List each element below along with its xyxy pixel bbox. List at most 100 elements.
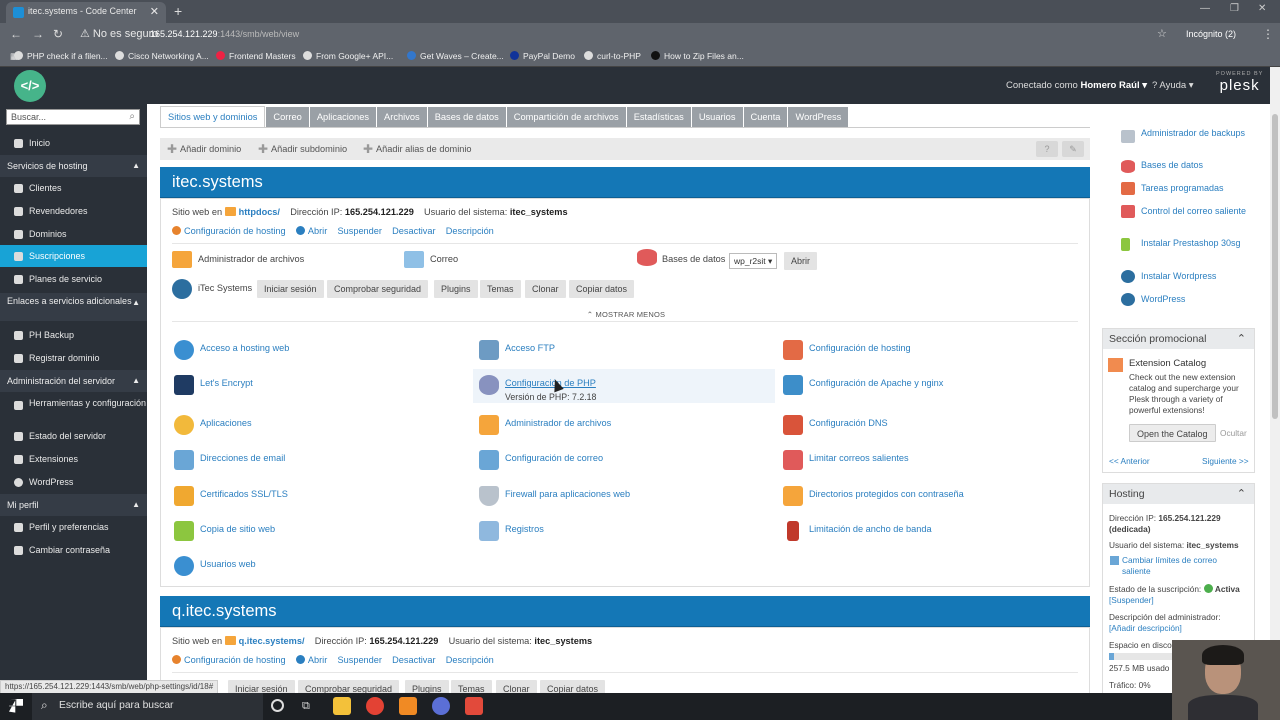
browser-tab[interactable]: itec.systems - Code Center ✕ (6, 2, 166, 23)
hide-link[interactable]: Ocultar (1220, 428, 1247, 439)
file-manager-link[interactable]: Administrador de archivos (198, 254, 304, 264)
tool-label[interactable]: Limitar correos salientes (809, 453, 909, 463)
open-link[interactable]: Abrir (308, 226, 327, 236)
disable-link[interactable]: Desactivar (392, 226, 435, 236)
tab-usuarios[interactable]: Usuarios (691, 107, 743, 128)
sidebar-item-suscripciones[interactable]: Suscripciones (0, 245, 147, 267)
tool-label[interactable]: Direcciones de email (200, 453, 285, 463)
mail-link[interactable]: Correo (430, 254, 458, 264)
bookmark-4[interactable]: From Google+ API... (303, 51, 393, 61)
sidebar-item-dominios[interactable]: Dominios (0, 223, 147, 245)
scrollbar-thumb[interactable] (1272, 114, 1278, 419)
file-explorer-icon[interactable] (333, 697, 351, 715)
bookmark-8[interactable]: How to Zip Files an... (651, 51, 744, 61)
sidebar-section-perfil[interactable]: Mi perfil ▲ (0, 494, 147, 516)
sidebar-section-enlaces[interactable]: Enlaces a servicios adicionales ▲ (0, 293, 147, 321)
chevron-up-icon[interactable]: ⌃ (1237, 332, 1246, 345)
tool-label[interactable]: Firewall para aplicaciones web (505, 489, 630, 499)
new-tab-icon[interactable]: + (174, 3, 182, 19)
tab-archivos[interactable]: Archivos (377, 107, 427, 128)
tool-label[interactable]: Acceso FTP (505, 343, 555, 353)
search-icon[interactable]: ⌕ (129, 111, 135, 122)
bookmark-3[interactable]: Frontend Masters (216, 51, 296, 61)
star-icon[interactable]: ☆ (1157, 27, 1167, 40)
tool-label[interactable]: Registros (505, 524, 544, 534)
hosting-settings-link[interactable]: Configuración de hosting (184, 655, 286, 665)
hosting-header[interactable]: Hosting ⌃ (1103, 484, 1254, 504)
open-catalog-button[interactable]: Open the Catalog (1129, 424, 1216, 442)
sidebar-item-perfil[interactable]: Perfil y preferencias (0, 516, 147, 538)
sidebar-item-clientes[interactable]: Clientes (0, 177, 147, 199)
open-link[interactable]: Abrir (308, 655, 327, 665)
minimize-icon[interactable]: — (1200, 3, 1210, 14)
url-field[interactable]: 165.254.121.229:1443/smb/web/view (150, 29, 299, 39)
tool-label[interactable]: Administrador de archivos (505, 418, 611, 428)
chrome-icon[interactable] (366, 697, 384, 715)
wp-login-button[interactable]: Iniciar sesión (257, 280, 324, 298)
disable-link[interactable]: Desactivar (392, 655, 435, 665)
tab-cuenta[interactable]: Cuenta (743, 107, 788, 128)
database-select[interactable]: wp_r2sit ▾ (729, 253, 778, 269)
tool-label[interactable]: Copia de sitio web (200, 524, 275, 534)
backup-manager-link[interactable]: Administrador de backups (1141, 128, 1259, 139)
maximize-icon[interactable]: ❐ (1230, 3, 1239, 14)
tool-label[interactable]: Certificados SSL/TLS (200, 489, 288, 499)
tool-label[interactable]: Usuarios web (200, 559, 256, 569)
suspend-link[interactable]: Suspender (338, 226, 382, 236)
sidebar-item-registrar[interactable]: Registrar dominio (0, 347, 147, 369)
taskbar-search[interactable]: ⌕ Escribe aquí para buscar (32, 693, 263, 720)
wp-site-link[interactable]: iTec Systems (198, 283, 252, 293)
tab-wordpress[interactable]: WordPress (788, 107, 849, 128)
add-domain-button[interactable]: ✚ Añadir dominio (160, 138, 241, 160)
wp-copy-data-button[interactable]: Copiar datos (569, 280, 635, 298)
description-link[interactable]: Descripción (446, 226, 494, 236)
show-less-toggle[interactable]: ⌃ MOSTRAR MENOS (161, 310, 1091, 319)
security-warning[interactable]: ⚠ No es seguro (80, 27, 158, 40)
databases-link[interactable]: Bases de datos (1141, 160, 1259, 171)
tool-label[interactable]: Acceso a hosting web (200, 343, 289, 353)
outgoing-mail-link[interactable]: Control del correo saliente (1141, 206, 1259, 217)
tool-label[interactable]: Configuración de hosting (809, 343, 911, 353)
domain-header[interactable]: q.itec.systems (160, 596, 1090, 627)
back-icon[interactable]: ← (10, 27, 22, 41)
previous-link[interactable]: << Anterior (1109, 456, 1150, 467)
tool-label[interactable]: Aplicaciones (200, 418, 252, 428)
suspend-link[interactable]: [Suspender] (1109, 595, 1154, 606)
task-view-icon[interactable]: ⧉ (302, 700, 310, 713)
tab-aplicaciones[interactable]: Aplicaciones (309, 107, 377, 128)
promo-header[interactable]: Sección promocional ⌃ (1103, 329, 1254, 349)
windows-start-icon[interactable] (9, 699, 23, 713)
menu-icon[interactable]: ⋮ (1262, 27, 1274, 41)
tool-label[interactable]: Directorios protegidos con contraseña (809, 489, 964, 499)
install-wordpress-link[interactable]: Instalar Wordpress (1141, 271, 1259, 282)
bookmark-1[interactable]: PHP check if a filen... (14, 51, 108, 61)
wp-security-button[interactable]: Comprobar seguridad (327, 280, 429, 298)
tool-label[interactable]: Configuración de Apache y nginx (809, 378, 943, 388)
close-tab-icon[interactable]: ✕ (150, 5, 159, 18)
wrench-icon[interactable]: ✎ (1062, 141, 1084, 157)
incognito-badge[interactable]: Incógnito (2) (1186, 29, 1236, 39)
plesk-logo-icon[interactable]: </> (14, 70, 46, 102)
app-icon[interactable] (432, 697, 450, 715)
recorder-icon[interactable] (465, 697, 483, 715)
sidebar-item-contrasena[interactable]: Cambiar contraseña (0, 539, 147, 561)
open-db-button[interactable]: Abrir (784, 252, 818, 270)
bookmark-5[interactable]: Get Waves – Create... (407, 51, 504, 61)
search-input[interactable]: Buscar... ⌕ (6, 109, 140, 125)
add-description-link[interactable]: [Añadir descripción] (1109, 623, 1182, 634)
tab-sitios-web[interactable]: Sitios web y dominios (160, 106, 266, 127)
wp-plugins-button[interactable]: Plugins (434, 280, 478, 298)
next-link[interactable]: Siguiente >> (1202, 456, 1249, 467)
tab-correo[interactable]: Correo (266, 107, 309, 128)
tab-comparticion[interactable]: Compartición de archivos (506, 107, 626, 128)
sidebar-item-planes[interactable]: Planes de servicio (0, 268, 147, 290)
hosting-settings-link[interactable]: Configuración de hosting (184, 226, 286, 236)
tool-label[interactable]: Configuración DNS (809, 418, 888, 428)
tool-label[interactable]: Limitación de ancho de banda (809, 524, 932, 534)
tab-estadisticas[interactable]: Estadísticas (626, 107, 691, 128)
sidebar-item-revendedores[interactable]: Revendedores (0, 200, 147, 222)
sidebar-item-extensiones[interactable]: Extensiones (0, 448, 147, 470)
bookmark-2[interactable]: Cisco Networking A... (115, 51, 209, 61)
change-mail-limits-link[interactable]: Cambiar límites de correo saliente (1122, 555, 1242, 577)
tab-bases-de-datos[interactable]: Bases de datos (427, 107, 506, 128)
